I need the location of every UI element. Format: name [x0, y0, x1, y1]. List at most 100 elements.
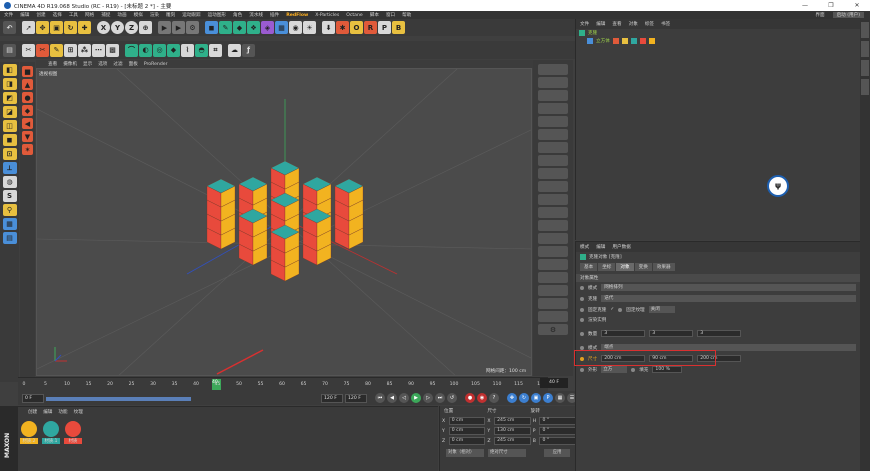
loop-icon[interactable]: ↺ [447, 393, 457, 403]
tool-c-icon[interactable]: ● [22, 92, 33, 103]
range-end-field[interactable]: 120 F [321, 393, 343, 403]
clones-select[interactable]: 迭代 [601, 295, 856, 302]
menu-item[interactable]: 角色 [233, 12, 242, 18]
size-mode-select[interactable]: 绝对尺寸 [488, 449, 526, 457]
tool-d-icon[interactable]: ◆ [22, 105, 33, 116]
objmgr-menu-item[interactable]: 编辑 [596, 21, 605, 27]
next-frame-icon[interactable]: ▷ [423, 393, 433, 403]
key-position-icon[interactable]: ✥ [507, 393, 517, 403]
attr-menu-item[interactable]: 模式 [580, 244, 589, 250]
attr-tab[interactable]: 基本 [580, 263, 598, 271]
material-swatch[interactable]: 材质.1 [42, 421, 60, 444]
menu-item[interactable]: 编辑 [20, 12, 29, 18]
poly-mode-icon[interactable]: ◼ [2, 134, 17, 146]
axis-mode-icon[interactable]: ⟂ [2, 162, 17, 174]
play-icon[interactable]: ▶ [411, 393, 421, 403]
menu-item[interactable]: 动画 [117, 12, 126, 18]
range-slider[interactable] [46, 396, 191, 401]
z-axis-icon[interactable]: Z [125, 21, 138, 34]
null-icon[interactable]: ⌗ [209, 43, 222, 57]
grid-icon[interactable]: ▦ [2, 218, 17, 230]
subdivision-icon[interactable]: ◆ [233, 21, 246, 34]
palette-d-icon[interactable] [538, 103, 568, 114]
move-icon[interactable]: ✥ [36, 21, 49, 34]
objmgr-menu-item[interactable]: 文件 [580, 21, 589, 27]
redshift-icon[interactable]: R [364, 21, 377, 34]
objmgr-menu-item[interactable]: 查看 [612, 21, 621, 27]
layout-select[interactable]: 启动 (用户) [832, 12, 864, 18]
palette-j-icon[interactable] [538, 181, 568, 192]
end-frame-field[interactable]: 40 F [540, 378, 568, 388]
menu-item[interactable]: X-Particles [315, 13, 339, 18]
material-tag-icon[interactable] [630, 38, 637, 44]
viewport-menu-item[interactable]: 查看 [48, 61, 57, 67]
side-tab-objects[interactable] [861, 22, 869, 38]
count-x-field[interactable]: 3 [601, 330, 646, 337]
model-mode-icon[interactable]: ✂ [36, 43, 49, 57]
menu-item[interactable]: 运动跟踪 [182, 12, 200, 18]
palette-h-icon[interactable] [538, 155, 568, 166]
redflow-icon[interactable]: B [392, 21, 405, 34]
palette-r-icon[interactable] [538, 285, 568, 296]
model-icon[interactable]: ◧ [2, 64, 17, 76]
make-editable-icon[interactable]: ▤ [3, 43, 16, 57]
apply-button[interactable]: 应用 [544, 449, 570, 457]
polygons-mode-icon[interactable]: ▩ [106, 43, 119, 57]
position-field[interactable]: 0 cm [448, 437, 486, 445]
menu-item[interactable]: 网格 [85, 12, 94, 18]
menu-item[interactable]: 流水线 [249, 12, 263, 18]
goto-start-icon[interactable]: ⏮ [375, 393, 385, 403]
live-selection-icon[interactable]: ✂ [22, 43, 35, 57]
minimize-button[interactable]: — [792, 0, 818, 11]
octane-icon[interactable]: O [350, 21, 363, 34]
edge-mode-icon[interactable]: ◫ [2, 120, 17, 132]
rotation-field[interactable]: 0 ° [539, 437, 577, 445]
goto-end-icon[interactable]: ⏭ [435, 393, 445, 403]
material-tag-icon[interactable] [639, 38, 646, 44]
symmetry-icon[interactable]: ◓ [195, 43, 208, 57]
cloned-cubes[interactable] [206, 160, 364, 282]
size-field[interactable]: 245 cm [494, 437, 531, 445]
floor-icon[interactable]: ▦ [275, 21, 288, 34]
snap-icon[interactable]: S [2, 190, 17, 202]
edges-mode-icon[interactable]: ⋯ [92, 43, 105, 57]
autokey-icon[interactable]: ◉ [477, 393, 487, 403]
material-tag-icon[interactable] [612, 38, 619, 44]
keyframe-icon[interactable]: ? [489, 393, 499, 403]
menu-item[interactable]: 帮助 [402, 12, 411, 18]
viewport-menu-item[interactable]: 面板 [129, 61, 138, 67]
nurbs-icon[interactable]: ◐ [139, 43, 152, 57]
menu-item[interactable]: 雕刻 [166, 12, 175, 18]
attr-tab[interactable]: 坐标 [598, 263, 616, 271]
perspective-viewport[interactable] [36, 68, 532, 376]
menu-item[interactable]: 脚本 [370, 12, 379, 18]
select-arrow-icon[interactable]: ➚ [22, 21, 35, 34]
attr-tab[interactable]: 效果器 [652, 263, 675, 271]
shape-select[interactable]: 立方 [601, 366, 628, 373]
viewport-menu-item[interactable]: 摄像机 [63, 61, 77, 67]
palette-a-icon[interactable] [538, 64, 568, 75]
array-icon[interactable]: ◎ [153, 43, 166, 57]
palette-g-icon[interactable] [538, 142, 568, 153]
key-pla-icon[interactable]: ▦ [555, 393, 565, 403]
scale-icon[interactable]: ▣ [50, 21, 63, 34]
effector-icon[interactable]: ◆ [167, 43, 180, 57]
objmgr-menu-item[interactable]: 书签 [661, 21, 670, 27]
material-tag-icon[interactable] [648, 38, 655, 44]
points-mode-icon[interactable]: ⁂ [78, 43, 91, 57]
palette-b-icon[interactable] [538, 77, 568, 88]
coord-mode-select[interactable]: 对象（相对） [446, 449, 484, 457]
attr-tab[interactable]: 对象 [616, 263, 634, 271]
palette-e-icon[interactable] [538, 116, 568, 127]
menu-item[interactable]: 窗口 [386, 12, 395, 18]
palette-f-icon[interactable] [538, 129, 568, 140]
material-swatch[interactable]: 材质 [64, 421, 82, 444]
psr-icon[interactable]: P [378, 21, 391, 34]
material-menu-item[interactable]: 功能 [58, 409, 67, 415]
palette-q-icon[interactable] [538, 272, 568, 283]
material-menu-item[interactable]: 编辑 [43, 409, 52, 415]
object-name[interactable]: 克隆 [588, 30, 597, 36]
render-settings-icon[interactable]: ⚙ [186, 21, 199, 34]
side-tab-layers[interactable] [861, 79, 869, 95]
side-tab-content[interactable] [861, 41, 869, 57]
